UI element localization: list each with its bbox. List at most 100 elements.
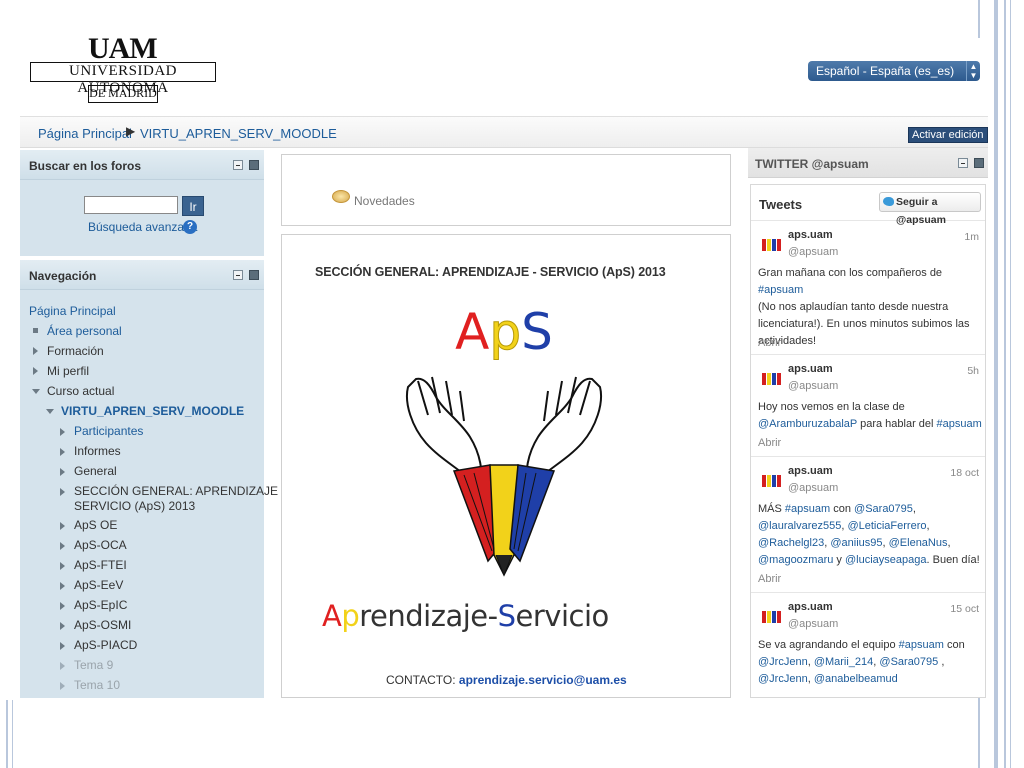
forum-search-go-button[interactable]: Ir [182,196,204,216]
tweet-timestamp[interactable]: 18 oct [950,467,979,479]
tweet-mention-link[interactable]: @Marii_214 [814,656,873,668]
expand-icon[interactable] [60,622,65,630]
forum-search-input[interactable] [84,196,178,214]
tweet-mention-link[interactable]: #apsuam [899,639,944,651]
tweet-mention-link[interactable]: #apsuam [758,284,803,296]
nav-item-mi-perfil[interactable]: Mi perfil [47,364,89,378]
nav-item-general[interactable]: General [74,464,117,478]
nav-item-seccion-general-cont[interactable]: SERVICIO (ApS) 2013 [74,499,195,513]
nav-item-aps-oe[interactable]: ApS OE [74,518,117,532]
expand-icon[interactable] [60,522,65,530]
minimize-icon[interactable] [958,158,968,168]
tweet-text: Se va agrandando el equipo #apsuam con @J… [758,637,984,688]
expand-icon[interactable] [33,347,38,355]
expand-icon[interactable] [60,428,65,436]
nav-item-tema-9[interactable]: Tema 9 [74,658,113,672]
breadcrumb-home-link[interactable]: Página Principal [38,126,132,141]
tweet-line: Se va agrandando el equipo #apsuam con [758,637,984,654]
expand-icon[interactable] [60,682,65,690]
logo-university-name: UNIVERSIDAD AUTONOMA [30,62,216,96]
tweet-author-name[interactable]: aps.uam [788,601,833,613]
tweet-mention-link[interactable]: @luciayseapaga [845,554,927,566]
expand-icon[interactable] [60,542,65,550]
expand-icon[interactable] [60,642,65,650]
tweet-mention-link[interactable]: #apsuam [937,418,982,430]
tweet-author-name[interactable]: aps.uam [788,363,833,375]
contact-email-link[interactable]: aprendizaje.servicio@uam.es [459,673,627,687]
nav-item-aps-oca[interactable]: ApS-OCA [74,538,127,552]
avatar[interactable] [760,229,782,255]
tweet-mention-link[interactable]: @anabelbeamud [814,673,898,685]
nav-item-formacion[interactable]: Formación [47,344,104,358]
tweet-timestamp[interactable]: 5h [967,365,979,377]
help-icon[interactable]: ? [183,220,197,234]
nav-item-aps-osmi[interactable]: ApS-OSMI [74,618,131,632]
tweet-open-link[interactable]: Abrir [758,337,781,349]
nav-item-seccion-general[interactable]: SECCIÓN GENERAL: APRENDIZAJE - [74,484,285,498]
tweet-mention-link[interactable]: @Sara0795 [854,503,913,515]
nav-item-area-personal[interactable]: Área personal [47,324,122,338]
avatar[interactable] [760,363,782,389]
expand-icon[interactable] [60,468,65,476]
expand-icon[interactable] [60,602,65,610]
tweet-mention-link[interactable]: @ElenaNus [889,537,948,549]
expand-icon[interactable] [60,662,65,670]
nav-item-course[interactable]: VIRTU_APREN_SERV_MOODLE [61,404,244,418]
nav-item-aps-piacd[interactable]: ApS-PIACD [74,638,137,652]
uam-logo[interactable]: UAM UNIVERSIDAD AUTONOMA DE MADRID [30,38,216,106]
tweet-author-name[interactable]: aps.uam [788,229,833,241]
breadcrumb-separator-icon: ▶ [126,124,136,138]
nav-item-aps-eev[interactable]: ApS-EeV [74,578,123,592]
avatar[interactable] [760,465,782,491]
nav-item-aps-epic[interactable]: ApS-EpIC [74,598,127,612]
tweet-mention-link[interactable]: @Sara0795 [879,656,938,668]
expand-icon[interactable] [60,562,65,570]
dock-icon[interactable] [249,160,259,170]
tweet-author-handle[interactable]: @apsuam [788,482,838,494]
tweet-author-handle[interactable]: @apsuam [788,618,838,630]
advanced-search-link[interactable]: Búsqueda avanzada [88,220,197,234]
tweet-mention-link[interactable]: @magoozmaru [758,554,833,566]
minimize-icon[interactable] [233,160,243,170]
tweet-mention-link[interactable]: #apsuam [785,503,830,515]
tweet-timestamp[interactable]: 15 oct [950,603,979,615]
nav-home-link[interactable]: Página Principal [29,304,116,318]
expand-icon[interactable] [60,488,65,496]
collapse-icon[interactable] [32,389,40,394]
minimize-icon[interactable] [233,270,243,280]
tweet-mention-link[interactable]: @LeticiaFerrero [847,520,926,532]
nav-item-informes[interactable]: Informes [74,444,121,458]
tweet-mention-link[interactable]: @JrcJenn [758,656,808,668]
tweet-mention-link[interactable]: @JrcJenn [758,673,808,685]
tweet-mention-link[interactable]: @Rachelgl23 [758,537,824,549]
tweet-mention-link[interactable]: @aniius95 [830,537,882,549]
language-select[interactable]: Español - España (es_es) ▲ ▼ [808,61,980,81]
news-forum-link[interactable]: Novedades [354,194,415,208]
expand-icon[interactable] [60,582,65,590]
nav-item-tema-10[interactable]: Tema 10 [74,678,120,692]
tweet-mention-link[interactable]: @AramburuzabalaP [758,418,857,430]
tweet-author-handle[interactable]: @apsuam [788,246,838,258]
tweet-text-segment: Hoy nos vemos en la clase de [758,401,905,413]
tweet-author-name[interactable]: aps.uam [788,465,833,477]
tweet-line: Hoy nos vemos en la clase de [758,399,984,416]
tweet-open-link[interactable]: Abrir [758,573,781,585]
nav-item-curso-actual[interactable]: Curso actual [47,384,114,398]
contact-line: CONTACTO: aprendizaje.servicio@uam.es [386,673,627,687]
dock-icon[interactable] [974,158,984,168]
tweet-author-handle[interactable]: @apsuam [788,380,838,392]
collapse-icon[interactable] [46,409,54,414]
tweet-open-link[interactable]: Abrir [758,437,781,449]
nav-item-participantes[interactable]: Participantes [74,424,143,438]
breadcrumb-course-link[interactable]: VIRTU_APREN_SERV_MOODLE [140,126,337,141]
tweet-mention-link[interactable]: @lauralvarez555 [758,520,841,532]
expand-icon[interactable] [33,367,38,375]
navigation-header: Navegación [20,260,264,290]
edit-mode-button[interactable]: Activar edición [908,127,988,143]
expand-icon[interactable] [60,448,65,456]
dock-icon[interactable] [249,270,259,280]
nav-item-aps-ftei[interactable]: ApS-FTEI [74,558,127,572]
tweet-timestamp[interactable]: 1m [964,231,979,243]
follow-button[interactable]: Seguir a @apsuam [879,192,981,226]
avatar[interactable] [760,601,782,627]
